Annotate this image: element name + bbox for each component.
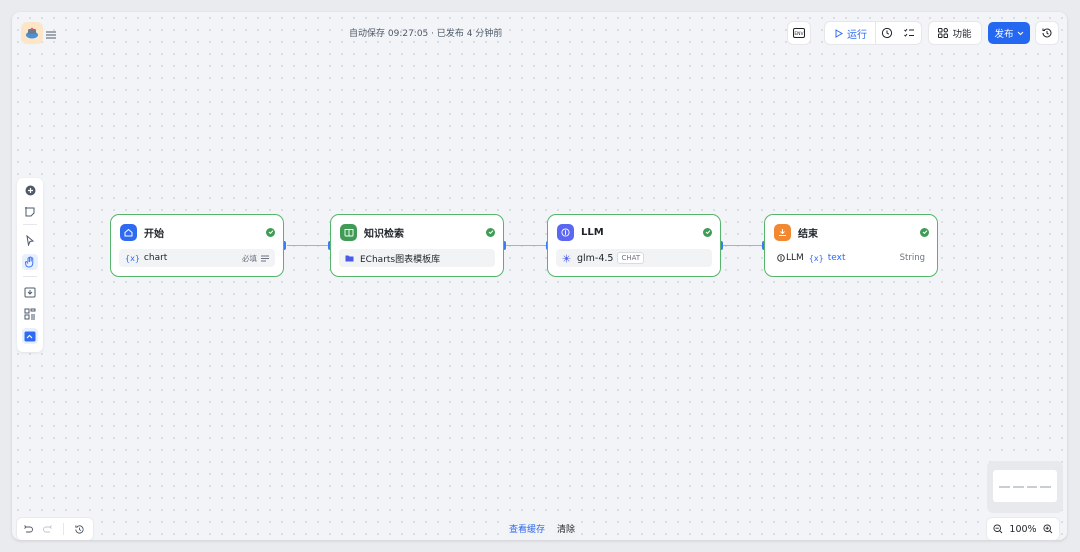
- book-icon: [340, 223, 357, 241]
- minimap-toggle-icon[interactable]: [22, 328, 38, 344]
- edge-llm-end: [723, 245, 766, 246]
- undo-redo-bar: [17, 518, 93, 540]
- node-knowledge-retrieval[interactable]: 知识检索 ECharts图表模板库: [330, 214, 504, 277]
- feature-label: 功能: [952, 29, 972, 40]
- minimap-viewport[interactable]: [993, 470, 1057, 502]
- history-icon[interactable]: [1036, 22, 1058, 44]
- checklist-icon[interactable]: [898, 22, 920, 44]
- variable-type: String: [899, 253, 925, 263]
- clear-cache-link[interactable]: 清除: [554, 520, 579, 537]
- zoom-in-icon[interactable]: [1043, 524, 1053, 534]
- success-check-icon: [920, 227, 929, 237]
- organize-icon[interactable]: [22, 306, 38, 322]
- export-image-icon[interactable]: [22, 284, 38, 300]
- redo-icon[interactable]: [43, 524, 53, 534]
- home-icon: [120, 223, 137, 241]
- model-mode-tag: CHAT: [617, 252, 645, 264]
- node-title: 知识检索: [364, 228, 404, 240]
- minimap[interactable]: [987, 461, 1063, 513]
- zoom-out-icon[interactable]: [993, 524, 1003, 534]
- run-label: 运行: [847, 29, 867, 41]
- success-check-icon: [486, 227, 495, 237]
- feature-button[interactable]: 功能: [929, 22, 981, 44]
- node-start[interactable]: 开始 {x} chart 必填: [110, 214, 284, 277]
- zoom-bar: 100%: [987, 518, 1059, 540]
- success-check-icon: [266, 227, 275, 237]
- input-variable-row: {x} chart 必填: [119, 249, 275, 267]
- edge-start-knowledge: [287, 245, 330, 246]
- llm-small-icon: [777, 254, 785, 262]
- play-icon: [835, 28, 843, 38]
- required-label: 必填: [242, 253, 257, 263]
- variable-icon: {x}: [808, 253, 824, 263]
- view-cache-link[interactable]: 查看缓存: [506, 520, 549, 537]
- success-check-icon: [703, 227, 712, 237]
- apps-icon: [938, 28, 949, 38]
- variable-name: text: [827, 253, 846, 263]
- edge-knowledge-llm: [506, 245, 549, 246]
- end-icon: [774, 223, 791, 241]
- app-logo-icon[interactable]: [21, 22, 43, 44]
- model-provider-icon: [562, 254, 571, 262]
- dataset-row: ECharts图表模板库: [339, 249, 495, 267]
- run-button[interactable]: 运行: [825, 22, 876, 44]
- model-name: glm-4.5: [577, 252, 614, 264]
- model-row: glm-4.5 CHAT: [556, 249, 712, 267]
- left-toolbar: [17, 178, 43, 352]
- hand-icon[interactable]: [22, 254, 38, 270]
- output-variable-row: LLM {x} text String: [773, 249, 929, 267]
- history-icon[interactable]: [74, 524, 85, 535]
- node-llm[interactable]: LLM glm-4.5 CHAT: [547, 214, 721, 277]
- node-end[interactable]: 结束 LLM {x} text String: [764, 214, 938, 277]
- add-node-icon[interactable]: [22, 182, 38, 198]
- publish-label: 发布: [994, 29, 1014, 40]
- pointer-icon[interactable]: [22, 232, 38, 248]
- text-lines-icon: [261, 255, 269, 261]
- check-clock-icon[interactable]: [876, 22, 898, 44]
- cache-bar: 查看缓存 清除: [506, 520, 579, 537]
- variable-icon: {x}: [125, 253, 140, 263]
- node-title: 结束: [798, 228, 818, 240]
- variable-name: chart: [143, 253, 168, 263]
- output-source: LLM: [786, 253, 804, 263]
- autosave-status: 自动保存 09:27:05 · 已发布 4 分钟前: [349, 29, 503, 39]
- dataset-name: ECharts图表模板库: [360, 254, 441, 265]
- chevron-down-icon: [1017, 31, 1023, 35]
- add-note-icon[interactable]: [22, 204, 38, 220]
- workflow-canvas[interactable]: 自动保存 09:27:05 · 已发布 4 分钟前 ENV 运行 功能 发布 开…: [12, 12, 1067, 540]
- svg-text:ENV: ENV: [794, 31, 804, 37]
- folder-icon: [345, 255, 354, 262]
- zoom-level[interactable]: 100%: [1009, 524, 1036, 535]
- run-group: 运行: [825, 22, 921, 44]
- undo-icon[interactable]: [23, 524, 33, 534]
- env-icon[interactable]: ENV: [788, 22, 810, 44]
- llm-icon: [557, 223, 574, 241]
- publish-button[interactable]: 发布: [988, 22, 1030, 44]
- node-title: 开始: [144, 228, 164, 240]
- menu-icon[interactable]: [45, 26, 57, 39]
- node-title: LLM: [581, 226, 604, 238]
